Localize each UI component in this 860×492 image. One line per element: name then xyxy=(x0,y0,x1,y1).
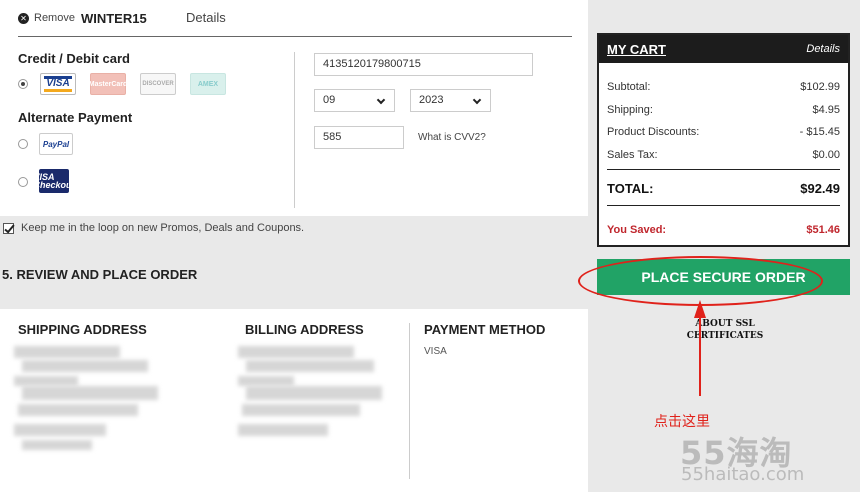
blurred-address-line xyxy=(22,360,148,372)
total-value: $92.49 xyxy=(800,181,840,196)
newsletter-label: Keep me in the loop on new Promos, Deals… xyxy=(21,222,305,234)
subtotal-label: Subtotal: xyxy=(607,81,651,93)
mastercard-icon: MasterCard xyxy=(89,73,127,95)
tax-value: $0.00 xyxy=(812,149,840,161)
coupon-details-link[interactable]: Details xyxy=(186,10,226,25)
visa-checkout-radio[interactable] xyxy=(18,177,28,187)
blurred-address-line xyxy=(242,404,360,416)
exp-month-select[interactable]: 09 xyxy=(314,89,395,112)
saved-row: You Saved: $51.46 xyxy=(607,224,840,236)
blurred-address-line xyxy=(246,386,382,400)
divider xyxy=(607,169,840,170)
vertical-divider xyxy=(294,52,295,208)
about-ssl-link[interactable]: ABOUT SSL CERTIFICATES xyxy=(660,318,790,342)
blurred-address-line xyxy=(22,386,158,400)
total-label: TOTAL: xyxy=(607,181,654,196)
annotation-circle xyxy=(578,256,823,306)
blurred-address-line xyxy=(22,440,92,450)
remove-coupon-icon[interactable]: ✕ xyxy=(18,12,29,24)
tax-label: Sales Tax: xyxy=(607,149,658,161)
paypal-radio[interactable] xyxy=(18,139,28,149)
saved-value: $51.46 xyxy=(806,224,840,236)
ssl-line: ABOUT SSL xyxy=(695,319,755,329)
blurred-address-line xyxy=(14,346,120,358)
ssl-line: CERTIFICATES xyxy=(686,331,764,341)
alternate-payment-title: Alternate Payment xyxy=(18,110,133,125)
discount-label: Product Discounts: xyxy=(607,126,700,138)
shipping-label: Shipping: xyxy=(607,104,653,116)
cvv-input[interactable]: 585 xyxy=(314,126,404,149)
discount-value: - $15.45 xyxy=(799,126,840,138)
subtotal-value: $102.99 xyxy=(800,81,840,93)
cart-details-link[interactable]: Details xyxy=(806,43,840,55)
review-section-title: 5. REVIEW AND PLACE ORDER xyxy=(2,267,198,282)
blurred-address-line xyxy=(18,404,138,416)
blurred-address-line xyxy=(246,360,374,372)
discount-row: Product Discounts: - $15.45 xyxy=(607,126,840,138)
saved-label: You Saved: xyxy=(607,224,667,236)
visa-card-icon: VISA xyxy=(40,73,76,95)
paypal-icon: PayPal xyxy=(39,133,73,155)
blurred-address-line xyxy=(238,376,294,386)
blurred-address-line xyxy=(14,376,78,386)
chevron-down-icon xyxy=(472,95,482,105)
shipping-value: $4.95 xyxy=(812,104,840,116)
payment-method-title: PAYMENT METHOD xyxy=(424,322,546,337)
exp-month-value: 09 xyxy=(323,94,336,106)
newsletter-row: Keep me in the loop on new Promos, Deals… xyxy=(3,222,304,234)
cart-summary: MY CART Details Subtotal: $102.99 Shippi… xyxy=(597,33,850,247)
card-number-input[interactable]: 4135120179800715 xyxy=(314,53,533,76)
newsletter-checkbox[interactable] xyxy=(3,222,14,234)
exp-year-select[interactable]: 2023 xyxy=(410,89,491,112)
blurred-address-line xyxy=(238,346,354,358)
coupon-row: ✕ Remove WINTER15 xyxy=(18,9,147,27)
what-is-cvv-link[interactable]: What is CVV2? xyxy=(418,132,486,143)
visa-checkout-icon: VISA Checkout xyxy=(34,169,75,193)
subtotal-row: Subtotal: $102.99 xyxy=(607,81,840,93)
exp-year-value: 2023 xyxy=(419,94,444,106)
blurred-address-line xyxy=(238,424,328,436)
cart-header: MY CART Details xyxy=(599,35,848,63)
amex-card-icon: AMEX xyxy=(190,73,226,95)
blurred-address-line xyxy=(14,424,106,436)
remove-coupon-link[interactable]: Remove xyxy=(34,12,75,24)
watermark-url: 55haitao.com xyxy=(681,464,805,485)
shipping-row: Shipping: $4.95 xyxy=(607,104,840,116)
divider xyxy=(607,205,840,206)
shipping-address-title: SHIPPING ADDRESS xyxy=(18,322,147,337)
my-cart-link[interactable]: MY CART xyxy=(607,42,666,57)
credit-card-radio[interactable] xyxy=(18,79,28,89)
discover-card-icon: DISCOVER xyxy=(140,73,176,95)
vertical-divider xyxy=(409,323,410,479)
billing-address-title: BILLING ADDRESS xyxy=(245,322,364,337)
coupon-code: WINTER15 xyxy=(80,10,147,26)
tax-row: Sales Tax: $0.00 xyxy=(607,149,840,161)
divider xyxy=(18,36,572,37)
credit-card-title: Credit / Debit card xyxy=(18,51,130,66)
payment-method-value: VISA xyxy=(424,346,447,357)
total-row: TOTAL: $92.49 xyxy=(607,181,840,196)
chevron-down-icon xyxy=(376,95,386,105)
